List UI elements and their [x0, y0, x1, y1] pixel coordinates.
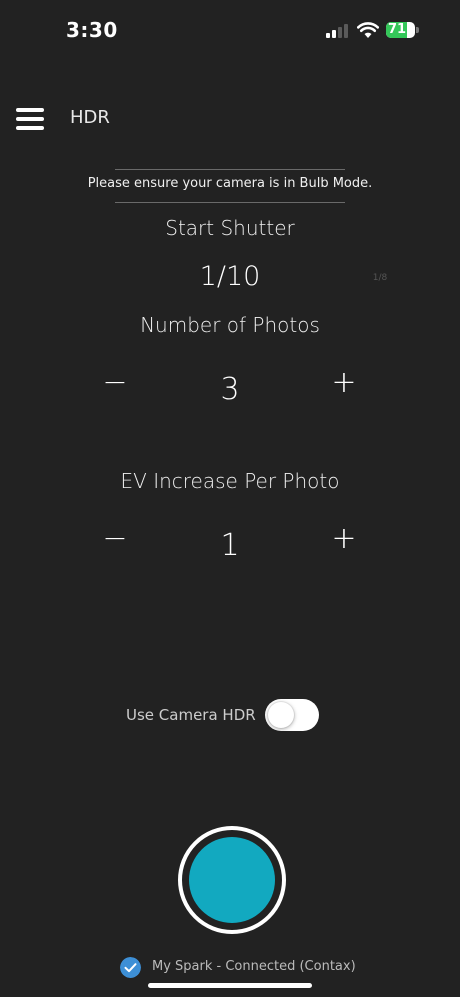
- start-shutter-label: Start Shutter: [165, 216, 295, 240]
- page-title: HDR: [70, 107, 110, 128]
- notice-bottom-divider: [115, 202, 345, 203]
- cellular-signal-icon: [326, 24, 350, 38]
- number-of-photos-label: Number of Photos: [140, 313, 320, 337]
- connected-check-icon: [120, 957, 141, 978]
- wifi-icon: [357, 22, 379, 38]
- camera-hdr-toggle[interactable]: [265, 699, 319, 731]
- bulb-mode-notice: Please ensure your camera is in Bulb Mod…: [87, 176, 373, 191]
- photos-count-value: 3: [220, 372, 240, 407]
- battery-percent: 71: [388, 22, 407, 37]
- battery-cap: [416, 27, 419, 33]
- status-time: 3:30: [66, 18, 118, 42]
- next-shutter-value[interactable]: 1/8: [360, 273, 400, 283]
- ev-increment-button[interactable]: +: [324, 518, 364, 558]
- connection-status[interactable]: My Spark - Connected (Contax): [152, 959, 356, 974]
- camera-hdr-label: Use Camera HDR: [126, 706, 256, 724]
- notice-top-divider: [115, 169, 345, 170]
- home-indicator: [148, 983, 312, 988]
- photos-increment-button[interactable]: +: [324, 362, 364, 402]
- toggle-knob: [268, 702, 294, 728]
- shutter-button[interactable]: [178, 826, 286, 934]
- shutter-button-core: [189, 837, 275, 923]
- menu-icon[interactable]: [14, 106, 46, 132]
- battery-icon: 71: [386, 22, 415, 38]
- ev-increase-value: 1: [220, 528, 240, 563]
- ev-increase-label: EV Increase Per Photo: [120, 469, 340, 493]
